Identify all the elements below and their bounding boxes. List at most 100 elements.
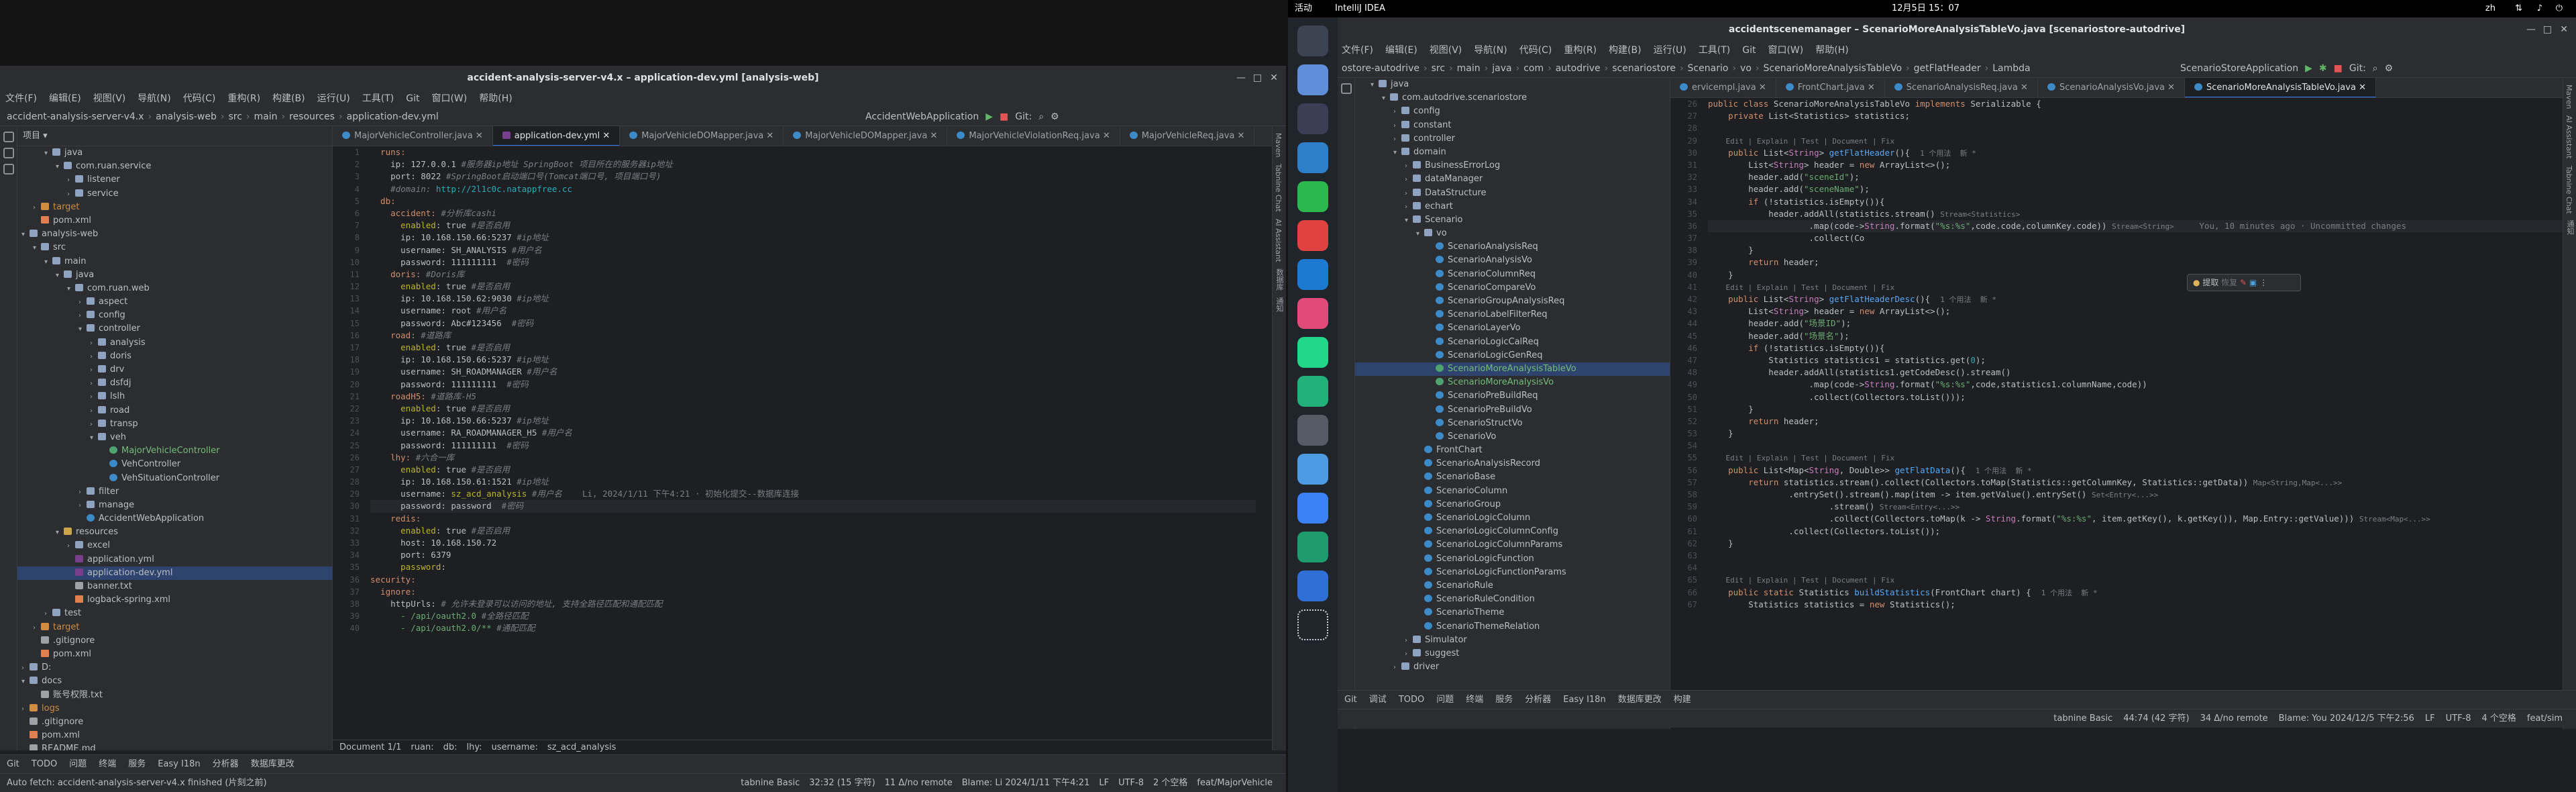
close-icon[interactable]: ✕: [927, 131, 937, 141]
code-line[interactable]: .collect(Co: [1708, 232, 2563, 244]
close-icon[interactable]: ✕: [1756, 83, 1766, 93]
code-line[interactable]: lhy: #六合一库: [370, 452, 1256, 464]
close-icon[interactable]: ✕: [1234, 131, 1245, 141]
apps-grid-icon[interactable]: [1297, 609, 1328, 640]
bird-icon[interactable]: [1297, 454, 1328, 485]
nav-crumb[interactable]: accident-analysis-server-v4.x: [7, 107, 144, 126]
status-item[interactable]: feat/sim: [2527, 709, 2563, 728]
expand-arrow-icon[interactable]: ›: [44, 607, 52, 620]
expand-arrow-icon[interactable]: ▾: [21, 228, 30, 241]
tree-item[interactable]: MajorVehicleController: [17, 444, 332, 458]
tree-item[interactable]: pom.xml: [17, 729, 332, 742]
tool-window-button[interactable]: Maven: [2565, 85, 2573, 109]
expand-arrow-icon[interactable]: ▾: [56, 526, 64, 539]
menu-item[interactable]: 代码(C): [183, 90, 216, 107]
gear-icon[interactable]: ⚙: [1051, 107, 1059, 126]
code-line[interactable]: password: 111111111 #密码: [370, 379, 1256, 391]
minimize-icon[interactable]: —: [1236, 72, 1246, 83]
expand-arrow-icon[interactable]: ▾: [33, 242, 41, 254]
expand-arrow-icon[interactable]: ›: [90, 418, 98, 431]
tree-item[interactable]: ScenarioCompareVo: [1355, 281, 1670, 295]
code-line[interactable]: public List<String> getFlatHeaderDesc(){…: [1708, 293, 2563, 305]
menu-item[interactable]: 构建(B): [1609, 42, 1642, 59]
status-item[interactable]: UTF-8: [1118, 774, 1144, 792]
feishu-icon[interactable]: [1297, 493, 1328, 524]
revert-action[interactable]: 恢复: [2221, 278, 2237, 287]
code-line[interactable]: password: 111111111 #密码: [370, 256, 1256, 268]
extract-action[interactable]: 提取: [2202, 278, 2218, 287]
search-icon[interactable]: ⌕: [2373, 59, 2378, 77]
code-line[interactable]: header.addAll(statistics1.getCodeDesc().…: [1708, 366, 2563, 379]
tool-window-button[interactable]: Tabnine Chat: [2565, 166, 2573, 214]
status-item[interactable]: LF: [2425, 709, 2435, 728]
code-line[interactable]: List<String> header = new ArrayList<>();: [1708, 159, 2563, 171]
tree-item[interactable]: ScenarioLogicFunctionParams: [1355, 566, 1670, 579]
tool-window-button[interactable]: Git: [1344, 691, 1357, 709]
stop-icon[interactable]: ■: [2334, 59, 2343, 77]
tree-item[interactable]: ▾ main: [17, 255, 332, 268]
code-line[interactable]: runs:: [370, 146, 1256, 158]
code-line[interactable]: road: #道路库: [370, 330, 1256, 342]
tree-item[interactable]: AccidentWebApplication: [17, 512, 332, 526]
code-line[interactable]: httpUrls: # 允许未登录可以访问的地址, 支持全路径匹配和通配匹配: [370, 598, 1256, 610]
expand-arrow-icon[interactable]: ▾: [44, 256, 52, 268]
browser-icon[interactable]: [1297, 571, 1328, 601]
gear-icon[interactable]: ⚙: [2385, 59, 2394, 77]
datagrip2-icon[interactable]: [1297, 532, 1328, 562]
expand-arrow-icon[interactable]: ›: [1405, 173, 1413, 186]
tree-item[interactable]: ScenarioRule: [1355, 579, 1670, 593]
tool-window-button[interactable]: 构建: [1674, 691, 1691, 709]
code-line[interactable]: ip: 127.0.0.1 #服务器ip地址 SpringBoot 项目所在的服…: [370, 158, 1256, 170]
status-item[interactable]: 44:74 (42 字符): [2123, 709, 2189, 728]
code-line[interactable]: ip: 10.168.150.66:5237 #ip地址: [370, 232, 1256, 244]
menu-item[interactable]: 工具(T): [1699, 42, 1730, 59]
clock[interactable]: 12月5日 15：07: [1892, 0, 1960, 17]
tree-item[interactable]: › test: [17, 607, 332, 620]
tool-window-button[interactable]: 分析器: [213, 755, 239, 773]
code-line[interactable]: security:: [370, 574, 1256, 586]
expand-arrow-icon[interactable]: ▾: [1382, 92, 1390, 105]
code-line[interactable]: Edit | Explain | Test | Document | Fix: [1708, 135, 2563, 147]
code-line[interactable]: }: [1708, 538, 2563, 550]
editor-tab[interactable]: ScenarioAnalysisVo.java ✕: [2038, 78, 2186, 97]
close-icon[interactable]: ✕: [600, 131, 610, 141]
code-line[interactable]: .entrySet().stream().map(item -> item.ge…: [1708, 489, 2563, 501]
tree-item[interactable]: › manage: [17, 499, 332, 512]
tool-window-button[interactable]: Git: [7, 755, 19, 773]
tree-item[interactable]: .gitignore: [17, 715, 332, 729]
maximize-icon[interactable]: □: [2543, 24, 2552, 35]
editor-tab[interactable]: ScenarioAnalysisReq.java ✕: [1885, 78, 2038, 97]
tree-item[interactable]: ▾ com.ruan.web: [17, 282, 332, 295]
tree-item[interactable]: ▾ vo: [1355, 227, 1670, 240]
code-line[interactable]: .collect(Collectors.toList()));: [1708, 391, 2563, 403]
tree-item[interactable]: › excel: [17, 539, 332, 552]
wechat-icon[interactable]: [1297, 181, 1328, 212]
tool-window-button[interactable]: AI Assistant: [2565, 115, 2573, 158]
tree-item[interactable]: › lslh: [17, 390, 332, 403]
expand-arrow-icon[interactable]: ▾: [1405, 214, 1413, 227]
code-line[interactable]: ip: 10.168.150.66:5237 #ip地址: [370, 415, 1256, 427]
expand-arrow-icon[interactable]: ›: [90, 337, 98, 350]
status-item[interactable]: Blame: You 2024/12/5 下午2:56: [2279, 709, 2414, 728]
editor-tab[interactable]: ScenarioMoreAnalysisTableVo.java ✕: [2185, 78, 2376, 97]
tool-window-button[interactable]: Maven: [1274, 133, 1283, 157]
tree-item[interactable]: application.yml: [17, 553, 332, 566]
breadcrumb-item[interactable]: Document 1/1: [339, 740, 401, 754]
tree-item[interactable]: ScenarioMoreAnalysisTableVo: [1355, 362, 1670, 377]
pencil-icon[interactable]: ✎: [2240, 278, 2247, 287]
tree-item[interactable]: › service: [17, 187, 332, 201]
menu-item[interactable]: 视图(V): [93, 90, 126, 107]
tree-item[interactable]: ScenarioLogicColumnConfig: [1355, 525, 1670, 538]
tree-item[interactable]: ▾ com.ruan.service: [17, 160, 332, 173]
tree-item[interactable]: ▾ Scenario: [1355, 213, 1670, 227]
code-line[interactable]: port: 8022 #SpringBoot启动端口号(Tomcat端口号, 项…: [370, 170, 1256, 183]
tree-item[interactable]: ScenarioColumnReq: [1355, 268, 1670, 281]
tree-item[interactable]: ▾ java: [1355, 78, 1670, 91]
expand-arrow-icon[interactable]: ›: [1393, 133, 1401, 146]
code-line[interactable]: password: password #密码: [370, 500, 1256, 513]
expand-arrow-icon[interactable]: ›: [78, 296, 87, 309]
code-line[interactable]: redis:: [370, 513, 1256, 525]
nav-crumb[interactable]: src: [228, 107, 241, 126]
code-line[interactable]: public List<String> getFlatHeader(){ 1 个…: [1708, 147, 2563, 159]
status-item[interactable]: tabnine Basic: [2053, 709, 2112, 728]
